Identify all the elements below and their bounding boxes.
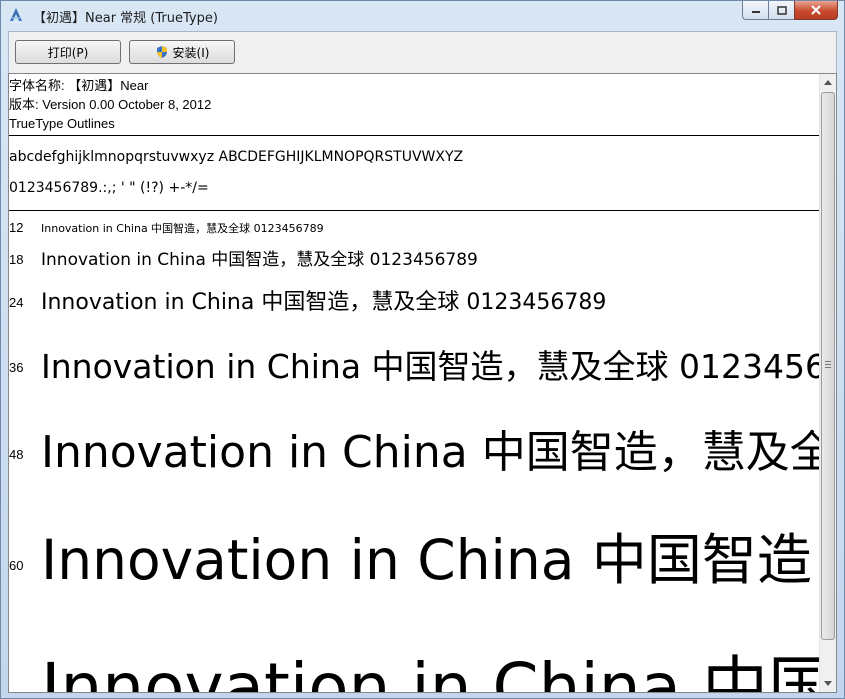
sample-text: Innovation in China 中国智造，慧及全球 0123456789 xyxy=(41,528,836,592)
font-viewer-icon xyxy=(10,8,22,21)
scroll-down-icon xyxy=(824,681,832,686)
caption-buttons xyxy=(742,1,838,21)
size-label: 36 xyxy=(9,360,24,375)
maximize-icon xyxy=(776,5,787,15)
sample-text: Innovation in China 中国智造，慧及全球 0123456789 xyxy=(41,427,836,478)
font-viewer-window: 【初遇】Near 常规 (TrueType) 打印(P) 安装(I) 字体名称:… xyxy=(0,0,845,699)
size-label: 12 xyxy=(9,220,24,235)
install-button[interactable]: 安装(I) xyxy=(129,40,235,64)
scrollbar-thumb[interactable] xyxy=(821,92,835,640)
size-label: 48 xyxy=(9,447,24,462)
minimize-icon xyxy=(751,11,760,13)
charset-digits: 0123456789.:,; ' " (!?) +-*/= xyxy=(9,180,209,196)
font-info: 字体名称: 【初遇】Near 版本: Version 0.00 October … xyxy=(9,76,211,133)
maximize-button[interactable] xyxy=(768,1,794,20)
install-button-label: 安装(I) xyxy=(172,45,210,60)
sample-text: Innovation in China 中国智造，慧及全球 0123456789 xyxy=(41,347,837,386)
close-icon xyxy=(811,5,821,15)
size-label: 24 xyxy=(9,295,24,310)
sample-text: Innovation in China 中国智造，慧及全球 0123456789 xyxy=(41,222,324,235)
sample-text: Innovation in China 中国智造，慧及全球 0123456789 xyxy=(41,649,836,693)
font-name-line: 字体名称: 【初遇】Near xyxy=(9,78,149,93)
charset-letters: abcdefghijklmnopqrstuvwxyz ABCDEFGHIJKLM… xyxy=(9,149,464,165)
divider xyxy=(9,135,821,136)
sample-text: Innovation in China 中国智造，慧及全球 0123456789 xyxy=(41,290,607,315)
size-label: 60 xyxy=(9,558,24,573)
thumb-grip xyxy=(825,361,831,362)
scroll-up-button[interactable] xyxy=(820,74,836,91)
sample-text: Innovation in China 中国智造，慧及全球 0123456789 xyxy=(41,250,478,270)
vertical-scrollbar[interactable] xyxy=(819,74,836,692)
close-button[interactable] xyxy=(794,1,838,20)
font-preview-pane[interactable]: 字体名称: 【初遇】Near 版本: Version 0.00 October … xyxy=(8,73,837,693)
size-label: 18 xyxy=(9,252,24,267)
thumb-grip xyxy=(825,364,831,365)
title-bar[interactable]: 【初遇】Near 常规 (TrueType) xyxy=(1,1,844,31)
minimize-button[interactable] xyxy=(742,1,768,20)
divider xyxy=(9,210,821,211)
thumb-grip xyxy=(825,367,831,368)
print-button-label: 打印(P) xyxy=(47,45,89,60)
scroll-up-icon xyxy=(824,80,832,85)
window-title: 【初遇】Near 常规 (TrueType) xyxy=(33,11,218,26)
uac-shield-icon xyxy=(156,46,167,58)
print-button[interactable]: 打印(P) xyxy=(15,40,121,64)
scroll-down-button[interactable] xyxy=(820,675,836,692)
toolbar: 打印(P) 安装(I) xyxy=(8,31,837,73)
font-type-line: TrueType Outlines xyxy=(9,116,115,131)
font-version-line: 版本: Version 0.00 October 8, 2012 xyxy=(9,97,212,112)
